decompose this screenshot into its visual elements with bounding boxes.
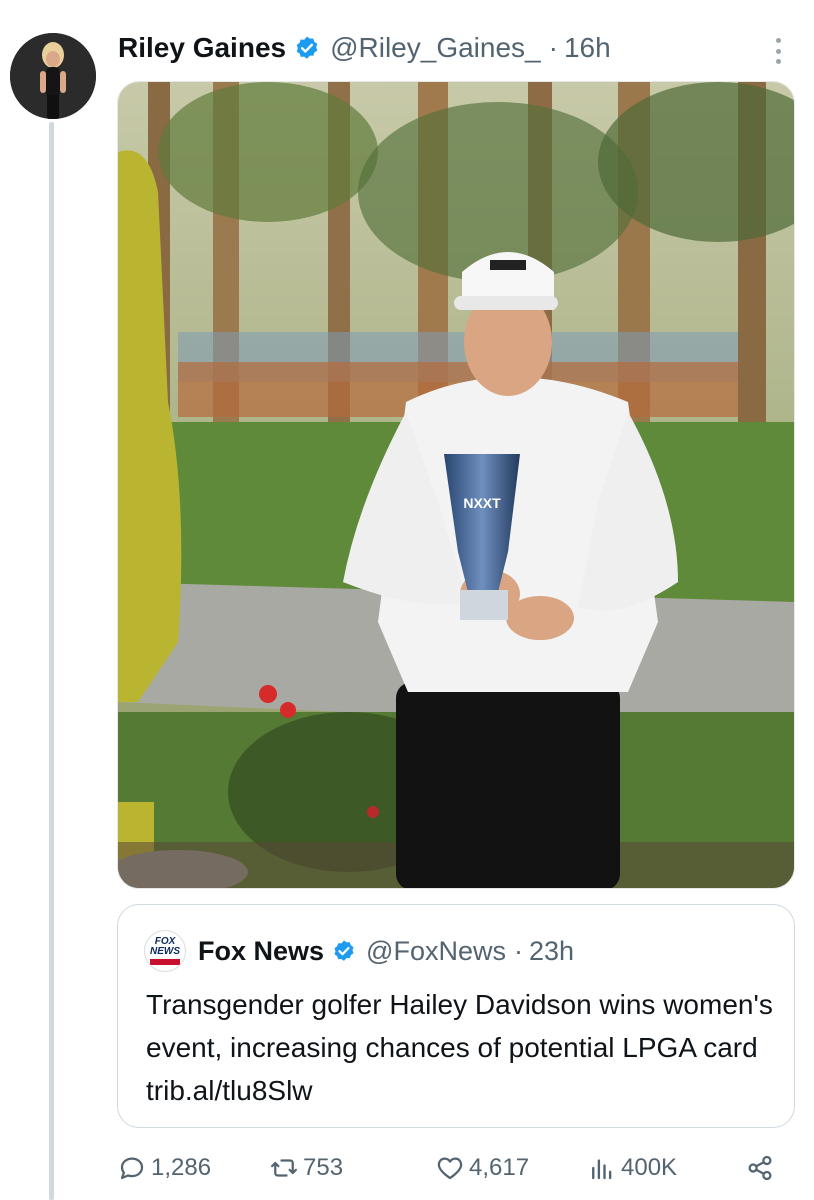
quoted-tweet-header: FOX NEWS Fox News @FoxNews · 23h [144,927,574,975]
quoted-author-name[interactable]: Fox News [198,936,324,967]
quoted-tweet-text: Transgender golfer Hailey Davidson wins … [146,989,773,1106]
views-icon [592,1159,612,1180]
reply-count: 1,286 [151,1154,212,1181]
more-dots-icon[interactable] [768,38,788,64]
tweet-time[interactable]: 16h [564,32,611,64]
like-count: 4,617 [469,1154,530,1181]
fox-news-logo[interactable]: FOX NEWS [144,930,186,972]
share-icon [748,1155,772,1181]
tweet-header: Riley Gaines @Riley_Gaines_ · 16h [118,28,611,68]
tweet-media-photo[interactable]: NXXT [117,81,795,889]
retweet-count: 753 [303,1154,344,1181]
author-name[interactable]: Riley Gaines [118,32,286,64]
avatar-image [10,33,96,119]
share-button[interactable] [745,1148,779,1188]
retweet-button[interactable]: 753 [269,1148,343,1188]
quoted-author-handle[interactable]: @FoxNews [366,936,506,967]
photo-golfer-trophy: NXXT [118,82,794,888]
svg-text:NXXT: NXXT [463,495,501,511]
thread-line [49,122,54,1200]
like-button[interactable]: 4,617 [435,1148,529,1188]
quoted-separator: · [513,935,523,966]
verified-badge-icon [334,940,354,961]
like-icon [437,1157,463,1180]
views-button[interactable]: 400K [587,1148,677,1188]
quoted-tweet[interactable]: FOX NEWS Fox News @FoxNews · 23h Transge… [117,904,795,1128]
retweet-icon [271,1159,297,1177]
avatar[interactable] [10,33,96,119]
quoted-time[interactable]: 23h [529,936,574,967]
author-handle[interactable]: @Riley_Gaines_ [330,32,541,64]
tweet-actions-bar: 1,286 753 4,617 400K [117,1148,787,1188]
reply-button[interactable]: 1,286 [117,1148,211,1188]
views-count: 400K [621,1154,678,1181]
header-separator: · [548,32,558,63]
reply-icon [120,1157,144,1180]
verified-badge-icon [296,36,318,59]
